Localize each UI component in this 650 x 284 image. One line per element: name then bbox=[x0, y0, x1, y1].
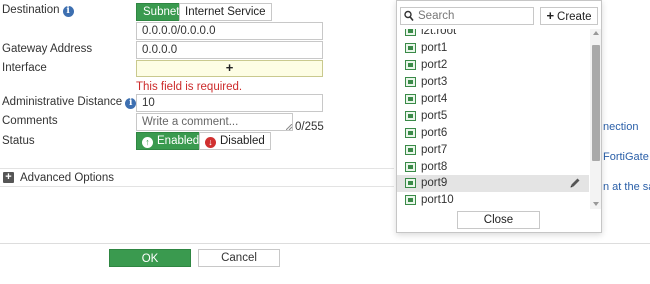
port-icon bbox=[405, 162, 416, 172]
comments-counter: 0/255 bbox=[295, 121, 324, 133]
destination-label: Destination i bbox=[2, 4, 74, 17]
interface-label: Interface bbox=[2, 62, 47, 74]
search-icon bbox=[404, 10, 414, 21]
resize-grip-icon[interactable] bbox=[286, 124, 292, 130]
gateway-input[interactable]: 0.0.0.0 bbox=[136, 41, 323, 59]
info-icon[interactable]: i bbox=[125, 98, 137, 109]
interface-error: This field is required. bbox=[136, 81, 243, 93]
port-icon bbox=[405, 94, 416, 104]
status-enabled-label: Enabled bbox=[157, 135, 200, 147]
destination-internet-service-option[interactable]: Internet Service bbox=[179, 3, 272, 21]
list-item[interactable]: port6 bbox=[397, 125, 589, 142]
info-icon[interactable]: i bbox=[62, 6, 74, 17]
destination-input[interactable]: 0.0.0.0/0.0.0.0 bbox=[136, 22, 323, 40]
scroll-up-icon[interactable] bbox=[593, 31, 599, 35]
list-item-highlighted[interactable]: port9 bbox=[397, 175, 589, 192]
expand-icon: + bbox=[3, 172, 14, 183]
status-disabled-label: Disabled bbox=[220, 135, 265, 147]
ok-button[interactable]: OK bbox=[109, 249, 191, 267]
dropdown-search-input[interactable]: Search bbox=[400, 7, 534, 25]
list-item[interactable]: port8 bbox=[397, 159, 589, 176]
list-scrollbar[interactable] bbox=[590, 29, 601, 209]
advanced-options-label: Advanced Options bbox=[20, 172, 114, 184]
port-icon bbox=[405, 111, 416, 121]
close-button[interactable]: Close bbox=[457, 211, 540, 229]
port-icon bbox=[405, 60, 416, 70]
list-item[interactable]: l2t.root bbox=[397, 29, 589, 40]
port-icon bbox=[405, 29, 416, 36]
scroll-down-icon[interactable] bbox=[593, 202, 599, 206]
cancel-button[interactable]: Cancel bbox=[198, 249, 280, 267]
list-item[interactable]: port5 bbox=[397, 108, 589, 125]
list-item[interactable]: port3 bbox=[397, 74, 589, 91]
list-item[interactable]: port2 bbox=[397, 57, 589, 74]
side-link-3[interactable]: n at the san bbox=[603, 181, 650, 193]
status-enabled-button[interactable]: ↑ Enabled bbox=[136, 132, 206, 150]
side-link-1[interactable]: nection bbox=[603, 121, 638, 133]
status-label: Status bbox=[2, 135, 35, 147]
plus-icon: + bbox=[546, 8, 555, 23]
list-item[interactable]: port4 bbox=[397, 91, 589, 108]
port-icon bbox=[405, 77, 416, 87]
admin-distance-label: Administrative Distance i bbox=[2, 96, 137, 109]
side-link-2[interactable]: FortiGate bbox=[603, 151, 649, 163]
comments-textarea[interactable]: Write a comment... bbox=[136, 113, 293, 131]
port-icon bbox=[405, 178, 416, 188]
interface-add-field[interactable]: + bbox=[136, 60, 323, 77]
port-icon bbox=[405, 195, 416, 205]
advanced-options-toggle[interactable]: + Advanced Options bbox=[0, 168, 394, 187]
gateway-label: Gateway Address bbox=[2, 43, 93, 55]
create-label: Create bbox=[557, 11, 592, 23]
status-disabled-button[interactable]: ↓ Disabled bbox=[199, 132, 271, 150]
interface-list: l2t.root port1 port2 port3 port4 port5 p… bbox=[397, 29, 589, 209]
port-icon bbox=[405, 145, 416, 155]
port-icon bbox=[405, 43, 416, 53]
list-item[interactable]: port10 bbox=[397, 192, 589, 209]
admin-distance-input[interactable]: 10 bbox=[136, 94, 323, 112]
create-button[interactable]: + Create bbox=[540, 7, 598, 25]
disabled-icon: ↓ bbox=[205, 137, 216, 148]
plus-icon: + bbox=[225, 60, 234, 75]
admin-distance-label-text: Administrative Distance bbox=[2, 96, 123, 108]
destination-label-text: Destination bbox=[2, 4, 60, 16]
scrollbar-thumb[interactable] bbox=[592, 45, 600, 161]
comments-label: Comments bbox=[2, 115, 58, 127]
footer-bar bbox=[0, 243, 650, 284]
list-item[interactable]: port1 bbox=[397, 40, 589, 57]
enabled-icon: ↑ bbox=[142, 137, 153, 148]
edit-icon[interactable] bbox=[569, 177, 581, 189]
port-icon bbox=[405, 128, 416, 138]
search-placeholder: Search bbox=[418, 10, 455, 22]
list-item[interactable]: port7 bbox=[397, 142, 589, 159]
interface-dropdown: Search + Create l2t.root port1 port2 port… bbox=[396, 0, 602, 233]
